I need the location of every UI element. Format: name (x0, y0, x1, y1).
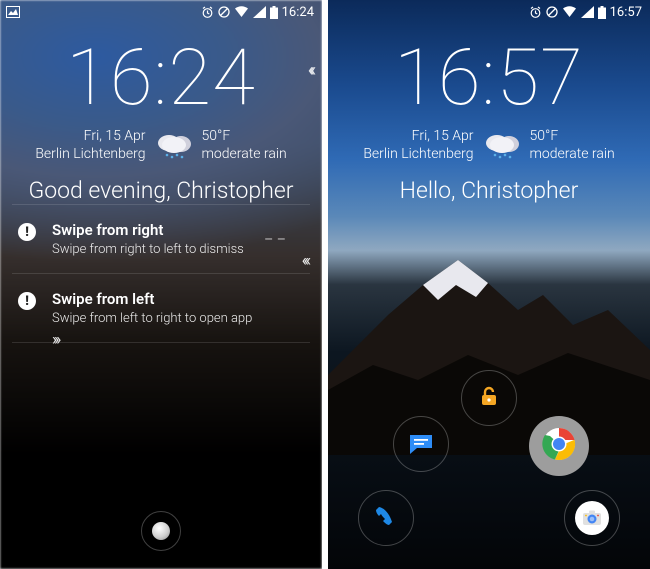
rain-cloud-icon (154, 132, 194, 160)
notification-title: Swipe from right (52, 221, 306, 239)
info-badge-icon: ! (18, 223, 36, 241)
lockscreen-clock: 16:24 (0, 40, 322, 118)
camera-icon (575, 501, 609, 535)
location-label: Berlin Lichtenberg (363, 146, 473, 164)
condition-label: moderate rain (202, 146, 287, 164)
rain-cloud-icon (482, 132, 522, 160)
weather-row: Fri, 15 Apr Berlin Lichtenberg 50°F mode… (328, 128, 650, 163)
date-label: Fri, 15 Apr (363, 128, 473, 146)
chrome-icon (542, 427, 576, 465)
notification-subtitle: Swipe from right to left to dismiss (52, 242, 306, 257)
unlock-icon (477, 384, 501, 412)
wifi-icon (562, 6, 577, 18)
shortcut-phone[interactable] (358, 490, 414, 546)
do-not-disturb-icon (546, 6, 558, 18)
shortcut-chrome[interactable] (529, 416, 589, 476)
status-time: 16:57 (610, 5, 642, 20)
date-label: Fri, 15 Apr (35, 128, 145, 146)
location-label: Berlin Lichtenberg (35, 146, 145, 164)
shortcut-unlock[interactable] (461, 370, 517, 426)
battery-icon (598, 6, 606, 19)
status-bar: 16:57 (328, 0, 650, 22)
alarm-icon (529, 6, 542, 19)
notification-subtitle: Swipe from left to right to open app (52, 311, 306, 326)
messages-icon (406, 429, 436, 459)
photo-indicator-icon (6, 6, 20, 18)
chevron-left-icon: ‹‹‹ (302, 251, 308, 271)
condition-label: moderate rain (530, 146, 615, 164)
status-bar: 16:24 (0, 0, 322, 22)
wifi-icon (234, 6, 249, 18)
temperature-label: 50°F (202, 128, 287, 146)
signal-icon (581, 6, 594, 18)
battery-icon (270, 6, 278, 19)
shortcut-camera[interactable] (564, 490, 620, 546)
shortcut-messages[interactable] (393, 416, 449, 472)
alarm-icon (201, 6, 214, 19)
weather-row: Fri, 15 Apr Berlin Lichtenberg 50°F mode… (0, 128, 322, 163)
temperature-label: 50°F (530, 128, 615, 146)
phone-icon (374, 504, 398, 532)
notification-swipe-right[interactable]: ! Swipe from right Swipe from right to l… (12, 204, 310, 273)
notification-swipe-left[interactable]: ! Swipe from left Swipe from left to rig… (12, 273, 310, 343)
signal-icon (253, 6, 266, 18)
notification-title: Swipe from left (52, 290, 306, 308)
lockscreen-left: 16:24 ‹‹‹ 16:24 Fri, 15 Apr Berlin Licht… (0, 0, 322, 569)
home-button[interactable] (141, 511, 181, 551)
lockscreen-right: 16:57 16:57 Fri, 15 Apr Berlin Lichtenbe… (328, 0, 650, 569)
info-badge-icon: ! (18, 292, 36, 310)
lockscreen-clock: 16:57 (328, 40, 650, 118)
chevron-right-icon: ››› (52, 330, 58, 350)
do-not-disturb-icon (218, 6, 230, 18)
greeting-text: Good evening, Christopher (0, 177, 322, 204)
greeting-text: Hello, Christopher (328, 177, 650, 204)
status-time: 16:24 (282, 5, 314, 20)
